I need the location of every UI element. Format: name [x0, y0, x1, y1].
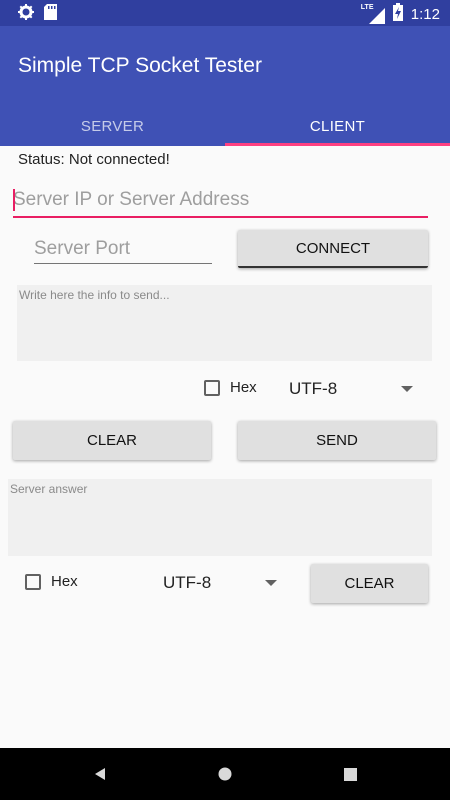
- answer-encoding-select[interactable]: UTF-8: [163, 572, 277, 594]
- dropdown-arrow-icon: [401, 386, 413, 392]
- tab-server[interactable]: SERVER: [0, 106, 225, 146]
- signal-icon: LTE: [361, 4, 385, 24]
- answer-hex-option[interactable]: Hex: [25, 573, 78, 590]
- battery-icon: [392, 3, 403, 26]
- server-answer-area[interactable]: [8, 479, 432, 556]
- tab-indicator: [225, 143, 450, 146]
- send-encoding-select[interactable]: UTF-8: [289, 378, 413, 400]
- status-bar: LTE 1:12: [0, 0, 450, 26]
- clock: 1:12: [410, 6, 440, 23]
- tab-bar: SERVER CLIENT: [0, 106, 450, 146]
- connect-button[interactable]: CONNECT: [238, 230, 428, 268]
- answer-hex-checkbox[interactable]: [25, 573, 41, 590]
- send-hex-option[interactable]: Hex: [204, 379, 257, 396]
- home-icon: [218, 767, 232, 781]
- tab-client[interactable]: CLIENT: [225, 106, 450, 146]
- dropdown-arrow-icon: [265, 580, 277, 586]
- app-title: Simple TCP Socket Tester: [18, 54, 262, 77]
- app-bar: Simple TCP Socket Tester SERVER CLIENT: [0, 26, 450, 146]
- connection-status: Status: Not connected!: [18, 151, 170, 168]
- back-button[interactable]: [80, 748, 120, 800]
- navigation-bar: [0, 748, 450, 800]
- server-ip-input[interactable]: [13, 184, 428, 218]
- send-hex-label: Hex: [230, 379, 257, 396]
- clear-send-button[interactable]: CLEAR: [13, 421, 211, 460]
- settings-icon: [18, 4, 34, 25]
- send-text-area[interactable]: [17, 285, 432, 361]
- answer-encoding-value: UTF-8: [163, 573, 212, 592]
- send-hex-checkbox[interactable]: [204, 379, 220, 396]
- recents-icon: [343, 767, 357, 781]
- clear-answer-button[interactable]: CLEAR: [311, 564, 428, 603]
- send-encoding-value: UTF-8: [289, 379, 338, 398]
- recents-button[interactable]: [330, 748, 370, 800]
- back-icon: [95, 768, 105, 780]
- text-cursor: [13, 189, 15, 211]
- send-button[interactable]: SEND: [238, 421, 436, 460]
- sd-card-icon: [44, 4, 57, 25]
- home-button[interactable]: [205, 748, 245, 800]
- server-port-input[interactable]: [34, 235, 212, 264]
- answer-hex-label: Hex: [51, 573, 78, 590]
